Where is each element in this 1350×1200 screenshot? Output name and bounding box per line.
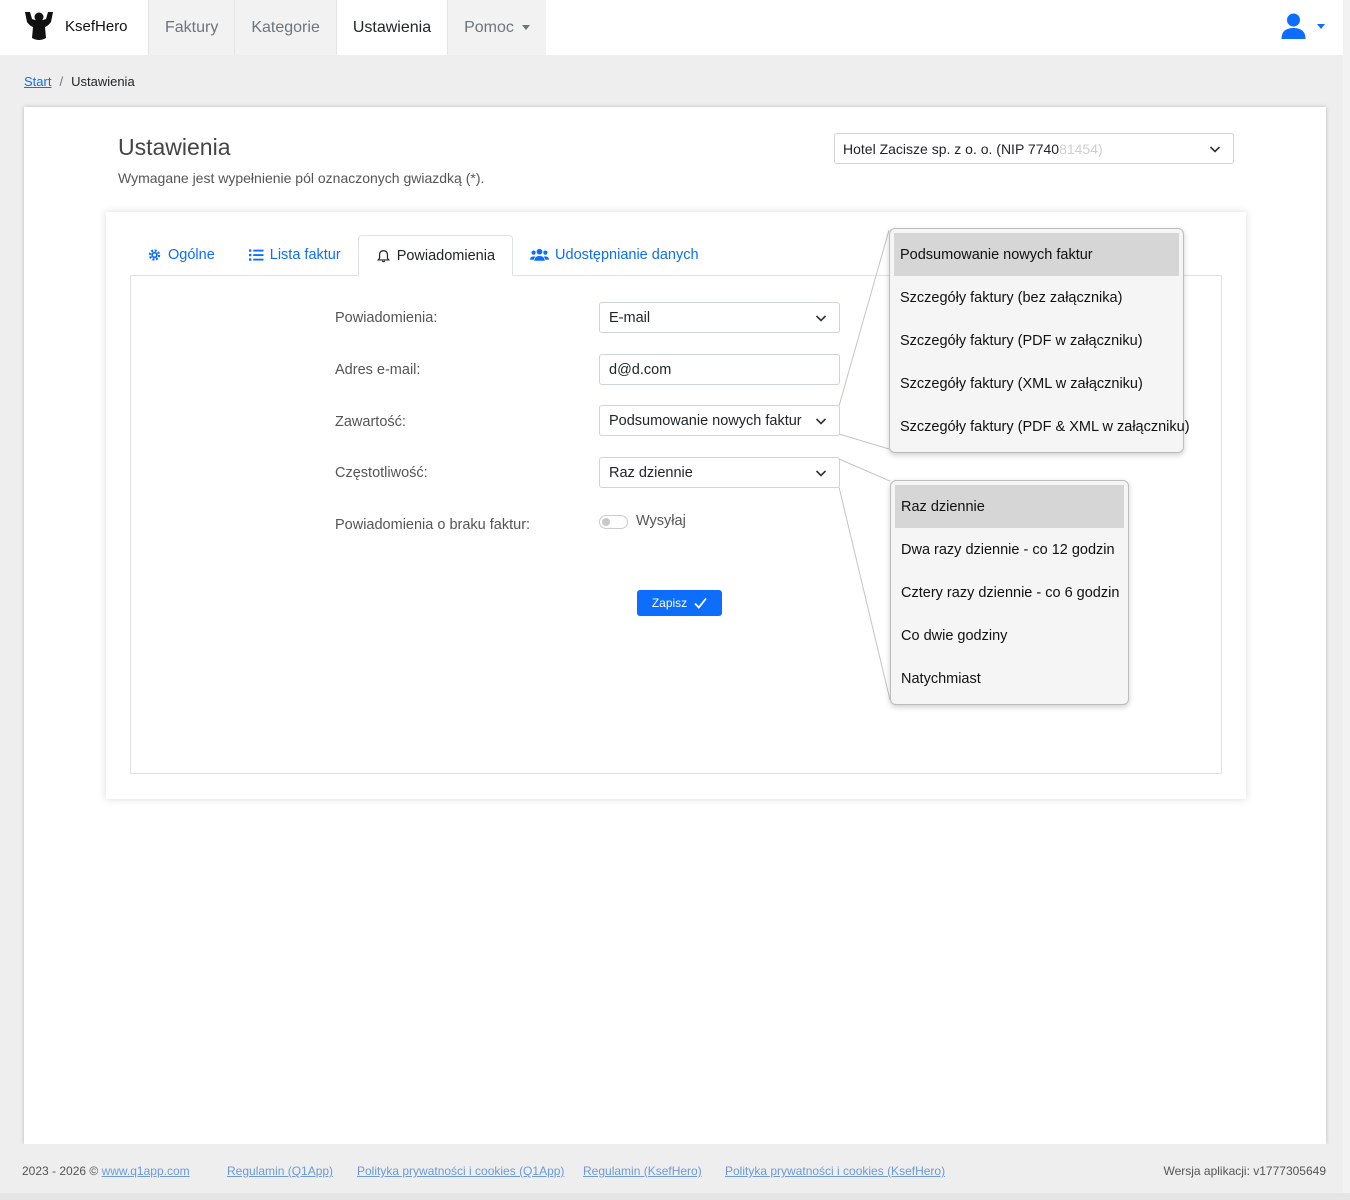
footer-copyright-text: 2023 - 2026 © (22, 1164, 99, 1178)
content-option[interactable]: Szczegóły faktury (PDF & XML w załącznik… (894, 405, 1190, 448)
nav-item-pomoc[interactable]: Pomoc (447, 0, 546, 55)
nav-item-kategorie[interactable]: Kategorie (234, 0, 336, 55)
frequency-option[interactable]: Co dwie godziny (895, 614, 1124, 657)
bell-icon (376, 249, 390, 262)
content-option[interactable]: Podsumowanie nowych faktur (894, 233, 1179, 276)
content-option[interactable]: Szczegóły faktury (XML w załączniku) (894, 362, 1179, 405)
user-menu[interactable] (1281, 13, 1325, 40)
breadcrumb-separator: / (59, 74, 64, 89)
user-icon (1281, 13, 1306, 39)
tab-powiadomienia[interactable]: Powiadomienia (357, 235, 514, 276)
save-button[interactable]: Zapisz (637, 590, 722, 616)
app-version: Wersja aplikacji: v1777305649 (1163, 1164, 1326, 1178)
no-invoices-toggle-label[interactable]: Wysyłaj (636, 513, 686, 529)
save-button-label: Zapisz (651, 596, 688, 610)
frequency-option[interactable]: Raz dziennie (895, 485, 1124, 528)
content-options-popup: Podsumowanie nowych faktur Szczegóły fak… (889, 228, 1190, 453)
checkmark-icon (694, 597, 707, 609)
gear-icon (148, 249, 161, 261)
caret-down-icon (1317, 24, 1325, 29)
notifications-select-value: E-mail (609, 310, 651, 326)
main-nav: Faktury Kategorie Ustawienia Pomoc (148, 0, 546, 55)
brand[interactable]: KsefHero (22, 10, 128, 42)
content-select-value: Podsumowanie nowych faktur (609, 413, 802, 429)
nav-item-pomoc-label: Pomoc (464, 18, 514, 36)
caret-down-icon (521, 25, 530, 30)
frequency-label: Częstotliwość: (335, 465, 428, 481)
chevron-down-icon (815, 418, 827, 425)
notifications-select[interactable]: E-mail (599, 302, 840, 333)
frequency-option[interactable]: Natychmiast (895, 657, 1124, 700)
breadcrumb-current: Ustawienia (71, 74, 135, 89)
company-select-blurred-text: 81454) (1059, 141, 1103, 157)
list-icon (248, 249, 264, 261)
chevron-down-icon (1209, 146, 1221, 153)
email-input-value: d@d.com (609, 362, 672, 378)
raised-arms-figure-icon (25, 12, 53, 40)
frequency-option[interactable]: Cztery razy dziennie - co 6 godzin (895, 571, 1124, 614)
no-invoices-toggle[interactable] (599, 515, 628, 529)
frequency-options-popup: Raz dziennie Dwa razy dziennie - co 12 g… (890, 480, 1129, 705)
company-select[interactable]: Hotel Zacisze sp. z o. o. (NIP 774081454… (834, 133, 1234, 164)
email-label: Adres e-mail: (335, 362, 421, 378)
page-subtitle: Wymagane jest wypełnienie pól oznaczonyc… (118, 170, 485, 186)
tab-udostepnianie-danych[interactable]: Udostępnianie danych (513, 235, 716, 275)
top-navbar: KsefHero Faktury Kategorie Ustawienia Po… (0, 0, 1350, 55)
page-title: Ustawienia (118, 134, 231, 160)
footer-link-terms-ksefhero[interactable]: Regulamin (KsefHero) (583, 1164, 702, 1178)
frequency-select-value: Raz dziennie (609, 465, 693, 481)
company-select-text: Hotel Zacisze sp. z o. o. (NIP 7740 (843, 141, 1060, 157)
tab-udostepnianie-danych-label: Udostępnianie danych (555, 247, 699, 263)
chevron-down-icon (815, 315, 827, 322)
tab-lista-faktur[interactable]: Lista faktur (232, 235, 358, 275)
brand-name: KsefHero (65, 17, 128, 35)
frequency-select[interactable]: Raz dziennie (599, 457, 840, 488)
content-select[interactable]: Podsumowanie nowych faktur (599, 405, 840, 436)
footer-link-privacy-ksefhero[interactable]: Polityka prywatności i cookies (KsefHero… (725, 1164, 945, 1178)
footer-link-privacy-q1app[interactable]: Polityka prywatności i cookies (Q1App) (357, 1164, 564, 1178)
vertical-scrollbar[interactable] (1343, 0, 1350, 1200)
notifications-label: Powiadomienia: (335, 310, 438, 326)
tab-ogolne[interactable]: Ogólne (130, 235, 232, 275)
tab-lista-faktur-label: Lista faktur (269, 247, 341, 263)
tab-ogolne-label: Ogólne (168, 247, 215, 263)
email-input[interactable]: d@d.com (599, 354, 840, 385)
footer: 2023 - 2026 © www.q1app.com Regulamin (Q… (0, 1144, 1350, 1200)
content-option[interactable]: Szczegóły faktury (PDF w załączniku) (894, 319, 1179, 362)
users-icon (530, 248, 550, 261)
nav-item-faktury[interactable]: Faktury (148, 0, 235, 55)
breadcrumb-start-link[interactable]: Start (24, 74, 51, 89)
content-label: Zawartość: (335, 414, 406, 430)
content-option[interactable]: Szczegóły faktury (bez załącznika) (894, 276, 1179, 319)
chevron-down-icon (815, 470, 827, 477)
settings-tabs: Ogólne Lista faktur Powiadomienia Udostę… (130, 235, 716, 276)
nav-item-ustawienia[interactable]: Ustawienia (335, 0, 448, 55)
tab-powiadomienia-label: Powiadomienia (396, 247, 496, 264)
footer-link-terms-q1app[interactable]: Regulamin (Q1App) (227, 1164, 333, 1178)
breadcrumb: Start / Ustawienia (24, 74, 135, 89)
no-invoices-label: Powiadomienia o braku faktur: (335, 517, 531, 533)
horizontal-scrollbar[interactable] (0, 1193, 1350, 1200)
footer-copyright: 2023 - 2026 © www.q1app.com (22, 1164, 190, 1178)
toggle-knob (602, 518, 610, 526)
footer-site-link[interactable]: www.q1app.com (102, 1164, 190, 1178)
frequency-option[interactable]: Dwa razy dziennie - co 12 godzin (895, 528, 1124, 571)
